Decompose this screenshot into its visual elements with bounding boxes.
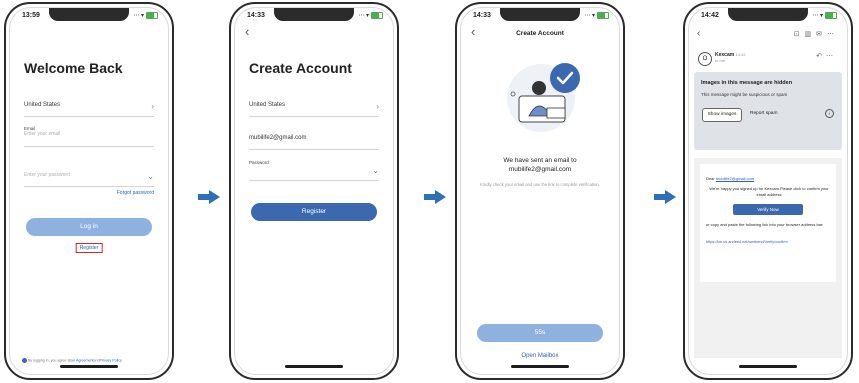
email-body-frame: Dear mubilife2@gmail.com We're happy you… (694, 158, 842, 358)
delete-icon[interactable]: ▥ (805, 31, 817, 38)
screen-login: 13:59 ⋯ ▾ Welcome Back United States › E… (9, 7, 169, 375)
avatar-initial: O (702, 56, 708, 62)
status-icons: ⋯ ▾ (812, 12, 837, 19)
show-images-button[interactable]: Show images (702, 108, 742, 122)
email-field[interactable]: Email Enter your email (24, 126, 154, 147)
mail-toolbar: ⊡▥✉⋯ (794, 30, 839, 38)
dear-email-link[interactable]: mubilife2@gmail.com (716, 176, 754, 181)
battery-icon (146, 12, 158, 19)
dear-line: Dear mubilife2@gmail.com (706, 176, 754, 181)
country-value: United States (249, 102, 286, 108)
forgot-password-link[interactable]: Forgot password (117, 190, 154, 196)
register-button[interactable]: Register (251, 203, 377, 221)
message-actions: ↶⋯ (816, 52, 837, 60)
status-time: 14:33 (247, 12, 265, 19)
open-mailbox-link[interactable]: Open Mailbox (461, 353, 619, 359)
check-email-hint: Kindly check your email and use the link… (480, 182, 600, 187)
chevron-right-icon: › (376, 102, 379, 111)
notch (728, 8, 808, 21)
status-time: 13:59 (22, 12, 40, 19)
email-field[interactable]: mubilife2@gmail.com (249, 135, 379, 150)
info-icon[interactable]: i (825, 109, 834, 118)
home-indicator (285, 365, 343, 368)
banner-text: This message might be suspicious or spam (701, 92, 788, 97)
status-icons: ⋯ ▾ (133, 12, 158, 19)
verify-now-button[interactable]: Verify Now (733, 204, 803, 215)
country-select[interactable]: United States › (24, 102, 154, 117)
battery-icon (825, 12, 837, 19)
screen-gmail: 14:42 ⋯ ▾ ‹ ⊡▥✉⋯ O Kexcam 14:42 to me ↶⋯… (688, 7, 848, 375)
sent-email: mubilife2@gmail.com (508, 166, 572, 173)
dear-text: Dear (706, 176, 715, 181)
screen-email-sent: 14:33 ⋯ ▾ ‹ Create Account We have sent … (460, 7, 620, 375)
message-more-icon[interactable]: ⋯ (826, 53, 837, 60)
report-spam-button[interactable]: Report spam (750, 111, 777, 116)
email-sent-illustration (507, 63, 580, 132)
back-icon[interactable]: ‹ (245, 24, 249, 39)
agreement-row: By logging in, you agree User Agreementa… (22, 358, 162, 363)
password-placeholder: Enter your password (24, 172, 70, 178)
banner-title: Images in this message are hidden (701, 80, 793, 86)
email-body: Dear mubilife2@gmail.com We're happy you… (700, 164, 836, 282)
screen-create-account: 14:33 ⋯ ▾ ‹ Create Account United States… (234, 7, 394, 375)
page-title: Welcome Back (24, 60, 123, 76)
status-time: 14:33 (473, 12, 491, 19)
status-icons: ⋯ ▾ (358, 12, 383, 19)
arrow-right-icon (198, 190, 220, 204)
chevron-right-icon: › (151, 102, 154, 111)
notch (274, 8, 354, 21)
notch (49, 8, 129, 21)
sent-message-line: We have sent an email to (503, 157, 577, 164)
battery-icon (371, 12, 383, 19)
phone-login: 13:59 ⋯ ▾ Welcome Back United States › E… (4, 2, 174, 380)
status-time: 14:42 (701, 12, 719, 19)
sent-message: We have sent an email to mubilife2@gmail… (461, 156, 619, 174)
home-indicator (739, 365, 797, 368)
archive-icon[interactable]: ⊡ (794, 31, 805, 38)
password-label: Password (249, 160, 269, 165)
arrow-right-icon (424, 190, 446, 204)
agree-checkbox[interactable] (22, 358, 27, 363)
privacy-policy-link[interactable]: Privacy Policy (100, 358, 122, 362)
body-intro: We're happy you signed up for Kexcam.Ple… (709, 186, 829, 197)
more-icon[interactable]: ⋯ (827, 31, 839, 38)
verify-link[interactable]: https://icn.us.arcfeed.net/weekend/Verif… (706, 240, 832, 244)
login-button[interactable]: Log in (26, 218, 152, 236)
back-icon[interactable]: ‹ (697, 28, 700, 39)
phone-gmail: 14:42 ⋯ ▾ ‹ ⊡▥✉⋯ O Kexcam 14:42 to me ↶⋯… (683, 2, 853, 380)
eye-toggle-icon[interactable]: ⌄ (147, 172, 154, 181)
eye-toggle-icon[interactable]: ⌄ (372, 166, 379, 175)
status-icons: ⋯ ▾ (584, 12, 609, 19)
register-label: Register (79, 245, 99, 251)
hidden-images-banner: Images in this message are hidden This m… (694, 72, 842, 150)
register-link[interactable]: Register (75, 243, 103, 253)
email-value: mubilife2@gmail.com (249, 135, 307, 141)
home-indicator (511, 365, 569, 368)
password-field[interactable]: Enter your password ⌄ (24, 172, 154, 187)
sender-info: Kexcam 14:42 to me (715, 52, 746, 63)
page-title: Create Account (249, 60, 352, 76)
notch (500, 8, 580, 21)
page-title: Create Account (516, 30, 564, 37)
phone-create-account: 14:33 ⋯ ▾ ‹ Create Account United States… (229, 2, 399, 380)
agreement-text: By logging in, you agree (28, 358, 67, 363)
body-copy-instructions: or copy and paste the following link int… (706, 222, 824, 227)
email-placeholder: Enter your email (24, 131, 61, 137)
reply-icon[interactable]: ↶ (816, 53, 826, 60)
phone-email-sent: 14:33 ⋯ ▾ ‹ Create Account We have sent … (455, 2, 625, 380)
arrow-right-icon (654, 190, 676, 204)
countdown-button[interactable]: 55s (477, 324, 603, 342)
sender-time: 14:42 (735, 52, 746, 57)
recipient: to me (715, 58, 726, 63)
battery-icon (597, 12, 609, 19)
user-agreement-link[interactable]: User Agreement (68, 358, 94, 362)
country-select[interactable]: United States › (249, 102, 379, 117)
home-indicator (60, 365, 118, 368)
country-value: United States (24, 102, 61, 108)
sender-avatar: O (698, 52, 712, 66)
mark-unread-icon[interactable]: ✉ (816, 31, 827, 38)
password-field[interactable]: Password ⌄ (249, 160, 379, 181)
